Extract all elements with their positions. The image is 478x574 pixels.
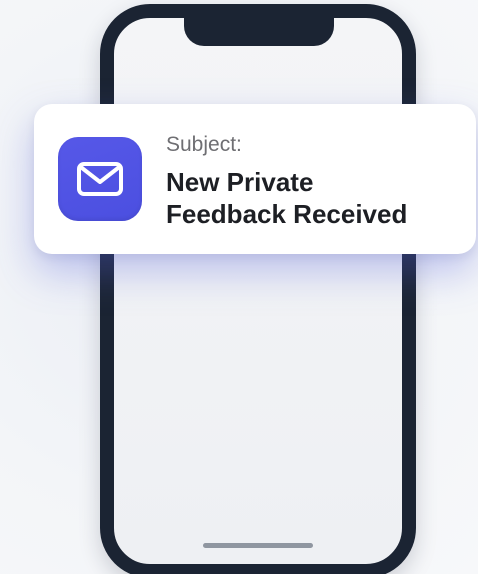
scene: Subject: New Private Feedback Received: [0, 0, 478, 574]
subject-line-1: New Private: [166, 167, 314, 197]
subject-text: New Private Feedback Received: [166, 166, 466, 230]
phone-notch: [184, 16, 334, 46]
subject-label: Subject:: [166, 133, 242, 156]
mail-icon: [58, 137, 142, 221]
subject-line-2: Feedback Received: [166, 199, 408, 229]
home-indicator: [203, 543, 313, 548]
email-notification[interactable]: Subject: New Private Feedback Received: [34, 104, 476, 254]
phone-mockup: [100, 4, 416, 574]
